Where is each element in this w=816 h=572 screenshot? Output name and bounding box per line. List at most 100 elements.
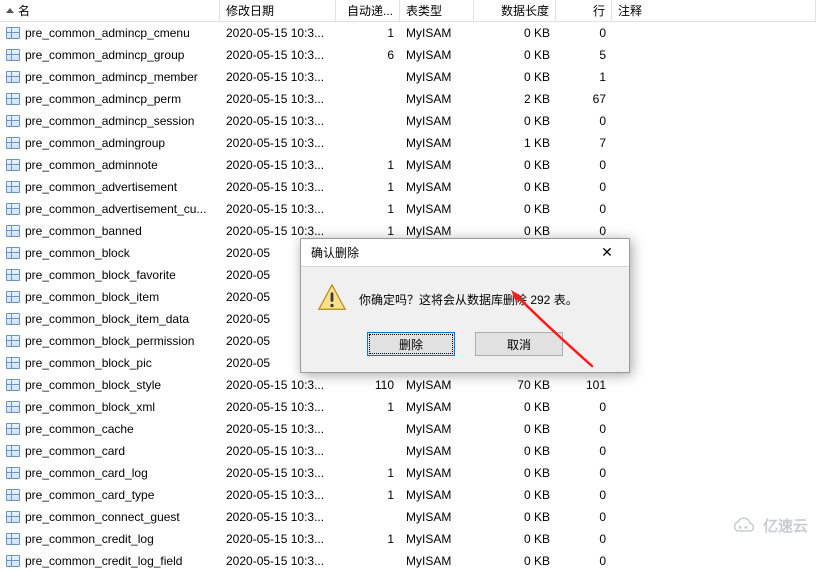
col-header-size[interactable]: 数据长度 xyxy=(474,0,556,21)
table-size: 1 KB xyxy=(524,136,550,150)
table-auto: 1 xyxy=(387,532,394,546)
table-date: 2020-05-15 10:3... xyxy=(226,510,324,524)
table-row[interactable]: pre_common_block_xml2020-05-15 10:3...1M… xyxy=(0,396,816,418)
table-auto: 1 xyxy=(387,400,394,414)
table-row[interactable]: pre_common_credit_log 2020-05-15 10:3... 1… xyxy=(0,528,816,550)
table-icon xyxy=(6,137,20,149)
table-icon xyxy=(6,159,20,171)
table-row[interactable]: pre_common_card_log2020-05-15 10:3...1My… xyxy=(0,462,816,484)
table-auto: 1 xyxy=(387,180,394,194)
table-date: 2020-05-15 10:3... xyxy=(226,70,324,84)
table-date: 2020-05-15 10:3... xyxy=(226,532,324,546)
table-auto: 1 xyxy=(387,466,394,480)
table-size: 0 KB xyxy=(524,422,550,436)
table-row[interactable]: pre_common_advertisement_cu... 2020-05-15… xyxy=(0,198,816,220)
table-row[interactable]: pre_common_block_style 2020-05-15 10:3...… xyxy=(0,374,816,396)
dialog-close-button[interactable]: ✕ xyxy=(585,239,629,266)
table-size: 2 KB xyxy=(524,92,550,106)
table-name: pre_common_banned xyxy=(25,224,142,238)
table-date: 2020-05-15 10:3... xyxy=(226,202,324,216)
table-type: MyISAM xyxy=(406,114,451,128)
table-name: pre_common_admincp_session xyxy=(25,114,194,128)
col-header-auto[interactable]: 自动递... xyxy=(336,0,400,21)
table-rows: 67 xyxy=(593,92,606,106)
table-icon xyxy=(6,313,20,325)
table-date: 2020-05-15 10:3... xyxy=(226,136,324,150)
table-type: MyISAM xyxy=(406,444,451,458)
table-name: pre_common_admincp_cmenu xyxy=(25,26,190,40)
table-rows: 0 xyxy=(599,554,606,568)
dialog-title: 确认删除 xyxy=(311,244,359,261)
table-size: 0 KB xyxy=(524,114,550,128)
table-date: 2020-05-15 10:3... xyxy=(226,400,324,414)
table-name: pre_common_credit_log xyxy=(25,532,154,546)
table-size: 70 KB xyxy=(517,378,550,392)
col-header-label: 名 xyxy=(18,2,30,19)
table-rows: 0 xyxy=(599,114,606,128)
table-name: pre_common_adminnote xyxy=(25,158,158,172)
table-icon xyxy=(6,247,20,259)
delete-button[interactable]: 删除 xyxy=(367,332,455,356)
close-icon: ✕ xyxy=(601,244,613,261)
table-row[interactable]: pre_common_admincp_cmenu2020-05-15 10:3.… xyxy=(0,22,816,44)
warning-icon xyxy=(317,283,347,316)
table-size: 0 KB xyxy=(524,202,550,216)
table-icon xyxy=(6,49,20,61)
table-row[interactable]: pre_common_admincp_perm2020-05-15 10:3..… xyxy=(0,88,816,110)
table-type: MyISAM xyxy=(406,510,451,524)
cancel-button[interactable]: 取消 xyxy=(475,332,563,356)
table-type: MyISAM xyxy=(406,554,451,568)
table-type: MyISAM xyxy=(406,92,451,106)
table-row[interactable]: pre_common_cache2020-05-15 10:3...MyISAM… xyxy=(0,418,816,440)
table-icon xyxy=(6,181,20,193)
table-rows: 101 xyxy=(586,378,606,392)
table-name: pre_common_block_favorite xyxy=(25,268,176,282)
table-date: 2020-05-15 10:3... xyxy=(226,378,324,392)
table-icon xyxy=(6,489,20,501)
table-name: pre_common_block_item xyxy=(25,290,159,304)
table-name: pre_common_admincp_group xyxy=(25,48,184,62)
table-row[interactable]: pre_common_adminnote2020-05-15 10:3...1M… xyxy=(0,154,816,176)
table-rows: 0 xyxy=(599,466,606,480)
col-header-rows[interactable]: 行 xyxy=(556,0,612,21)
table-row[interactable]: pre_common_card_type2020-05-15 10:3...1M… xyxy=(0,484,816,506)
dialog-titlebar[interactable]: 确认删除 ✕ xyxy=(301,239,629,267)
table-name: pre_common_connect_guest xyxy=(25,510,180,524)
table-date: 2020-05 xyxy=(226,312,270,326)
col-header-name[interactable]: 名 xyxy=(0,0,220,21)
table-date: 2020-05 xyxy=(226,334,270,348)
table-name: pre_common_advertisement_cu... xyxy=(25,202,206,216)
table-icon xyxy=(6,269,20,281)
table-name: pre_common_block_style xyxy=(25,378,161,392)
table-rows: 7 xyxy=(599,136,606,150)
table-row[interactable]: pre_common_advertisement2020-05-15 10:3.… xyxy=(0,176,816,198)
table-auto: 1 xyxy=(387,488,394,502)
table-icon xyxy=(6,533,20,545)
table-size: 0 KB xyxy=(524,466,550,480)
table-icon xyxy=(6,203,20,215)
table-name: pre_common_block_pic xyxy=(25,356,152,370)
col-header-date[interactable]: 修改日期 xyxy=(220,0,336,21)
table-row[interactable]: pre_common_credit_log_field2020-05-15 10… xyxy=(0,550,816,572)
table-row[interactable]: pre_common_admingroup2020-05-15 10:3...M… xyxy=(0,132,816,154)
table-name: pre_common_block_item_data xyxy=(25,312,189,326)
table-name: pre_common_credit_log_field xyxy=(25,554,182,568)
table-icon xyxy=(6,335,20,347)
col-header-type[interactable]: 表类型 xyxy=(400,0,474,21)
col-header-note[interactable]: 注释 xyxy=(612,0,816,21)
table-auto: 1 xyxy=(387,224,394,238)
table-date: 2020-05-15 10:3... xyxy=(226,488,324,502)
table-auto: 1 xyxy=(387,158,394,172)
table-row[interactable]: pre_common_card2020-05-15 10:3...MyISAM0… xyxy=(0,440,816,462)
table-rows: 0 xyxy=(599,444,606,458)
table-name: pre_common_admingroup xyxy=(25,136,165,150)
table-row[interactable]: pre_common_admincp_session2020-05-15 10:… xyxy=(0,110,816,132)
table-row[interactable]: pre_common_admincp_group2020-05-15 10:3.… xyxy=(0,44,816,66)
table-icon xyxy=(6,379,20,391)
table-type: MyISAM xyxy=(406,202,451,216)
table-row[interactable]: pre_common_connect_guest 2020-05-15 10:3.… xyxy=(0,506,816,528)
table-date: 2020-05 xyxy=(226,290,270,304)
table-row[interactable]: pre_common_admincp_member2020-05-15 10:3… xyxy=(0,66,816,88)
table-size: 0 KB xyxy=(524,26,550,40)
table-date: 2020-05 xyxy=(226,246,270,260)
